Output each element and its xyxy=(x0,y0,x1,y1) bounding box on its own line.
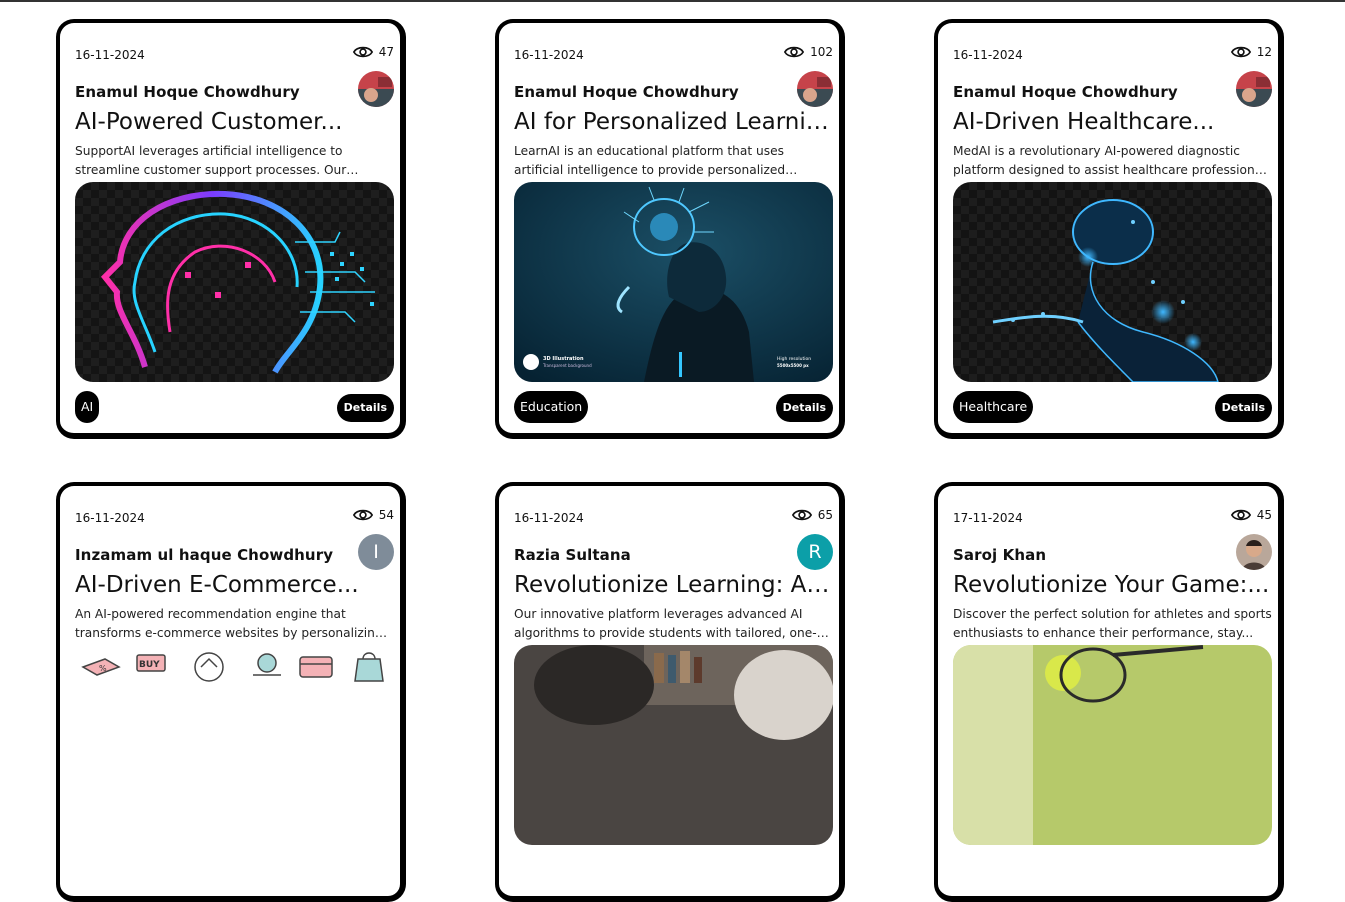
author-name: Inzamam ul haque Chowdhury xyxy=(75,546,334,564)
card-description: SupportAI leverages artificial intellige… xyxy=(75,144,347,177)
category-tag[interactable]: Healthcare xyxy=(953,391,1034,423)
project-card[interactable]: 16-11-2024 47 Enamul Hoque Chowdhury AI-… xyxy=(56,19,406,439)
view-count: 54 xyxy=(352,508,394,522)
view-count-value: 45 xyxy=(1256,508,1272,522)
card-title[interactable]: AI-Driven Healthcare... xyxy=(953,109,1272,135)
category-tag[interactable]: AI xyxy=(75,391,100,423)
card-description: MedAI is a revolutionary AI-powered diag… xyxy=(953,144,1272,177)
image-caption: Transparent background xyxy=(542,363,592,368)
card-date: 17-11-2024 xyxy=(953,511,1023,525)
details-button[interactable]: Details xyxy=(1214,394,1272,422)
card-image xyxy=(953,182,1272,382)
image-caption: 5500x5500 px xyxy=(777,363,809,368)
card-image: 3D Illustration Transparent background H… xyxy=(514,182,833,382)
card-date: 16-11-2024 xyxy=(953,48,1023,62)
card-date: 16-11-2024 xyxy=(75,511,145,525)
eye-icon xyxy=(791,509,812,521)
card-title[interactable]: AI for Personalized Learning xyxy=(514,109,833,135)
view-count-value: 54 xyxy=(378,508,394,522)
photo-avatar-icon xyxy=(1236,534,1272,570)
letter-avatar: I xyxy=(358,534,394,570)
eye-icon xyxy=(784,46,805,58)
card-image xyxy=(514,645,833,845)
card-description: An AI-powered recommendation engine that… xyxy=(75,607,383,640)
author-name: Enamul Hoque Chowdhury xyxy=(953,83,1178,101)
project-card[interactable]: 16-11-2024 102 Enamul Hoque Chowdhury AI… xyxy=(495,19,845,439)
eye-icon xyxy=(1230,46,1251,58)
view-count: 102 xyxy=(784,45,833,59)
card-title[interactable]: Revolutionize Learning: AI-... xyxy=(514,572,833,598)
letter-avatar: R xyxy=(797,534,833,570)
author-name: Razia Sultana xyxy=(514,546,631,564)
photo-avatar-icon xyxy=(1236,71,1272,107)
category-tag[interactable]: Education xyxy=(514,391,589,423)
card-icon xyxy=(299,656,333,678)
view-count: 47 xyxy=(352,45,394,59)
card-title[interactable]: Revolutionize Your Game:... xyxy=(953,572,1272,598)
return-icon xyxy=(194,652,224,682)
project-card[interactable]: 16-11-2024 65 Razia Sultana R Revolution… xyxy=(495,482,845,902)
details-button[interactable]: Details xyxy=(336,394,394,422)
card-description: LearnAI is an educational platform that … xyxy=(514,144,786,177)
card-description: Discover the perfect solution for athlet… xyxy=(953,607,1272,640)
card-date: 16-11-2024 xyxy=(514,48,584,62)
photo-avatar-icon xyxy=(797,71,833,107)
view-count-value: 12 xyxy=(1256,45,1272,59)
image-caption: High resolution xyxy=(777,356,811,362)
author-name: Enamul Hoque Chowdhury xyxy=(75,83,300,101)
view-count-value: 65 xyxy=(817,508,833,522)
author-name: Enamul Hoque Chowdhury xyxy=(514,83,739,101)
card-image xyxy=(75,182,394,382)
view-count: 65 xyxy=(791,508,833,522)
buy-label: BUY xyxy=(139,660,160,670)
card-image xyxy=(953,645,1272,845)
money-icon xyxy=(257,653,277,673)
project-card[interactable]: 16-11-2024 12 Enamul Hoque Chowdhury AI-… xyxy=(934,19,1284,439)
view-count: 12 xyxy=(1230,45,1272,59)
image-caption: 3D Illustration xyxy=(543,356,584,362)
card-date: 16-11-2024 xyxy=(514,511,584,525)
top-border xyxy=(0,0,1345,2)
author-name: Saroj Khan xyxy=(953,546,1047,564)
view-count-value: 102 xyxy=(810,45,833,59)
project-card[interactable]: 17-11-2024 45 Saroj Khan Revolutionize Y… xyxy=(934,482,1284,902)
project-card[interactable]: 16-11-2024 54 Inzamam ul haque Chowdhury… xyxy=(56,482,406,902)
photo-avatar-icon xyxy=(358,71,394,107)
card-title[interactable]: AI-Driven E-Commerce... xyxy=(75,572,394,598)
eye-icon xyxy=(352,46,373,58)
card-date: 16-11-2024 xyxy=(75,48,145,62)
details-button[interactable]: Details xyxy=(775,394,833,422)
card-description: Our innovative platform leverages advanc… xyxy=(514,607,817,640)
card-image: % BUY xyxy=(75,645,394,845)
eye-icon xyxy=(352,509,373,521)
card-title[interactable]: AI-Powered Customer... xyxy=(75,109,394,135)
view-count-value: 47 xyxy=(378,45,394,59)
percent-label: % xyxy=(99,664,107,673)
eye-icon xyxy=(1230,509,1251,521)
view-count: 45 xyxy=(1230,508,1272,522)
